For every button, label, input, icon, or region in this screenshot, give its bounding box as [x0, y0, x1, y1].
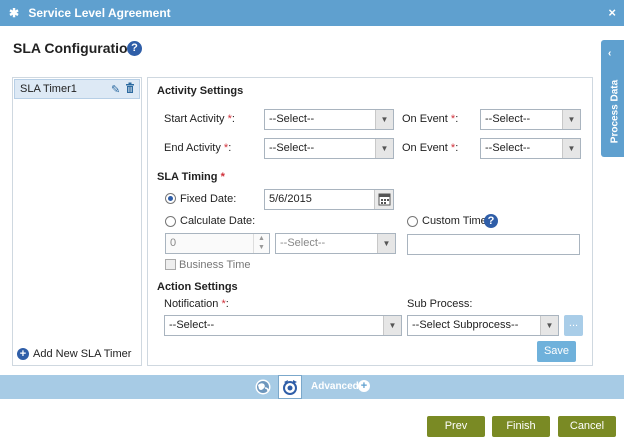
chevron-down-icon: ▼ — [375, 139, 393, 158]
process-data-tab[interactable]: ‹ Process Data — [601, 40, 624, 157]
page-title: SLA Configuration — [13, 40, 137, 56]
fixed-date-radio[interactable] — [165, 193, 176, 204]
add-timer-label: Add New SLA Timer — [33, 348, 132, 360]
start-activity-label: Start Activity *: — [164, 113, 235, 125]
advanced-label[interactable]: Advanced — [311, 381, 359, 392]
fixed-date-label: Fixed Date: — [180, 193, 237, 205]
chevron-down-icon: ▼ — [377, 234, 395, 253]
activity-settings-title: Activity Settings — [157, 85, 244, 97]
timer-list-panel: SLA Timer1 ✎ + Add New SLA Timer — [12, 77, 142, 366]
chevron-left-icon: ‹ — [608, 48, 612, 59]
notification-label: Notification *: — [164, 298, 229, 310]
settings-panel: Activity Settings Start Activity *: --Se… — [147, 77, 593, 366]
chevron-down-icon: ▼ — [540, 316, 558, 335]
timer-list-item[interactable]: SLA Timer1 ✎ — [14, 79, 140, 99]
sub-process-select[interactable]: --Select Subprocess-- ▼ — [407, 315, 559, 336]
help-icon[interactable]: ? — [127, 41, 142, 56]
custom-time-help-icon[interactable]: ? — [484, 214, 498, 228]
chevron-down-icon: ▼ — [383, 316, 401, 335]
escalation-icon[interactable] — [278, 375, 302, 399]
chevron-down-icon: ▼ — [562, 139, 580, 158]
end-activity-label: End Activity *: — [164, 142, 232, 154]
calculate-date-radio[interactable] — [165, 216, 176, 227]
end-activity-select[interactable]: --Select-- ▼ — [264, 138, 394, 159]
window-titlebar: ✱ Service Level Agreement × — [0, 0, 624, 26]
number-stepper[interactable]: ▲ ▼ — [253, 234, 269, 253]
chevron-down-icon: ▼ — [562, 110, 580, 129]
start-event-label: On Event *: — [402, 113, 459, 125]
start-activity-select[interactable]: --Select-- ▼ — [264, 109, 394, 130]
cancel-button[interactable]: Cancel — [558, 416, 616, 437]
window-title: Service Level Agreement — [28, 6, 171, 20]
chevron-down-icon: ▼ — [375, 110, 393, 129]
custom-time-input[interactable] — [407, 234, 580, 255]
prev-button[interactable]: Prev — [427, 416, 485, 437]
delete-icon[interactable] — [125, 81, 135, 99]
notification-select[interactable]: --Select-- ▼ — [164, 315, 402, 336]
add-icon: + — [17, 348, 29, 360]
gear-icon: ✱ — [9, 6, 20, 20]
add-timer-button[interactable]: + Add New SLA Timer — [17, 347, 131, 361]
sla-timing-title: SLA Timing * — [157, 171, 225, 183]
save-button[interactable]: Save — [537, 341, 576, 362]
business-time-checkbox[interactable] — [165, 259, 176, 270]
business-time-label: Business Time — [179, 259, 251, 271]
start-event-select[interactable]: --Select-- ▼ — [480, 109, 581, 130]
advanced-plus-icon[interactable]: + — [358, 380, 370, 392]
end-event-select[interactable]: --Select-- ▼ — [480, 138, 581, 159]
end-event-label: On Event *: — [402, 142, 459, 154]
close-icon[interactable]: × — [608, 0, 616, 26]
browse-button[interactable]: ... — [564, 315, 583, 336]
calendar-icon[interactable] — [374, 190, 393, 209]
calculate-unit-select[interactable]: --Select-- ▼ — [275, 233, 396, 254]
timer-label: SLA Timer1 — [20, 83, 77, 95]
custom-time-label: Custom Time: — [422, 215, 490, 227]
calculate-date-label: Calculate Date: — [180, 215, 256, 227]
custom-time-radio[interactable] — [407, 216, 418, 227]
action-settings-title: Action Settings — [157, 281, 238, 293]
finish-button[interactable]: Finish — [492, 416, 550, 437]
sub-process-label: Sub Process: — [407, 298, 473, 310]
globe-icon[interactable] — [254, 378, 272, 396]
edit-icon[interactable]: ✎ — [111, 81, 120, 99]
process-data-label: Process Data — [609, 79, 621, 144]
bottom-toolbar: Advanced + — [0, 375, 624, 399]
